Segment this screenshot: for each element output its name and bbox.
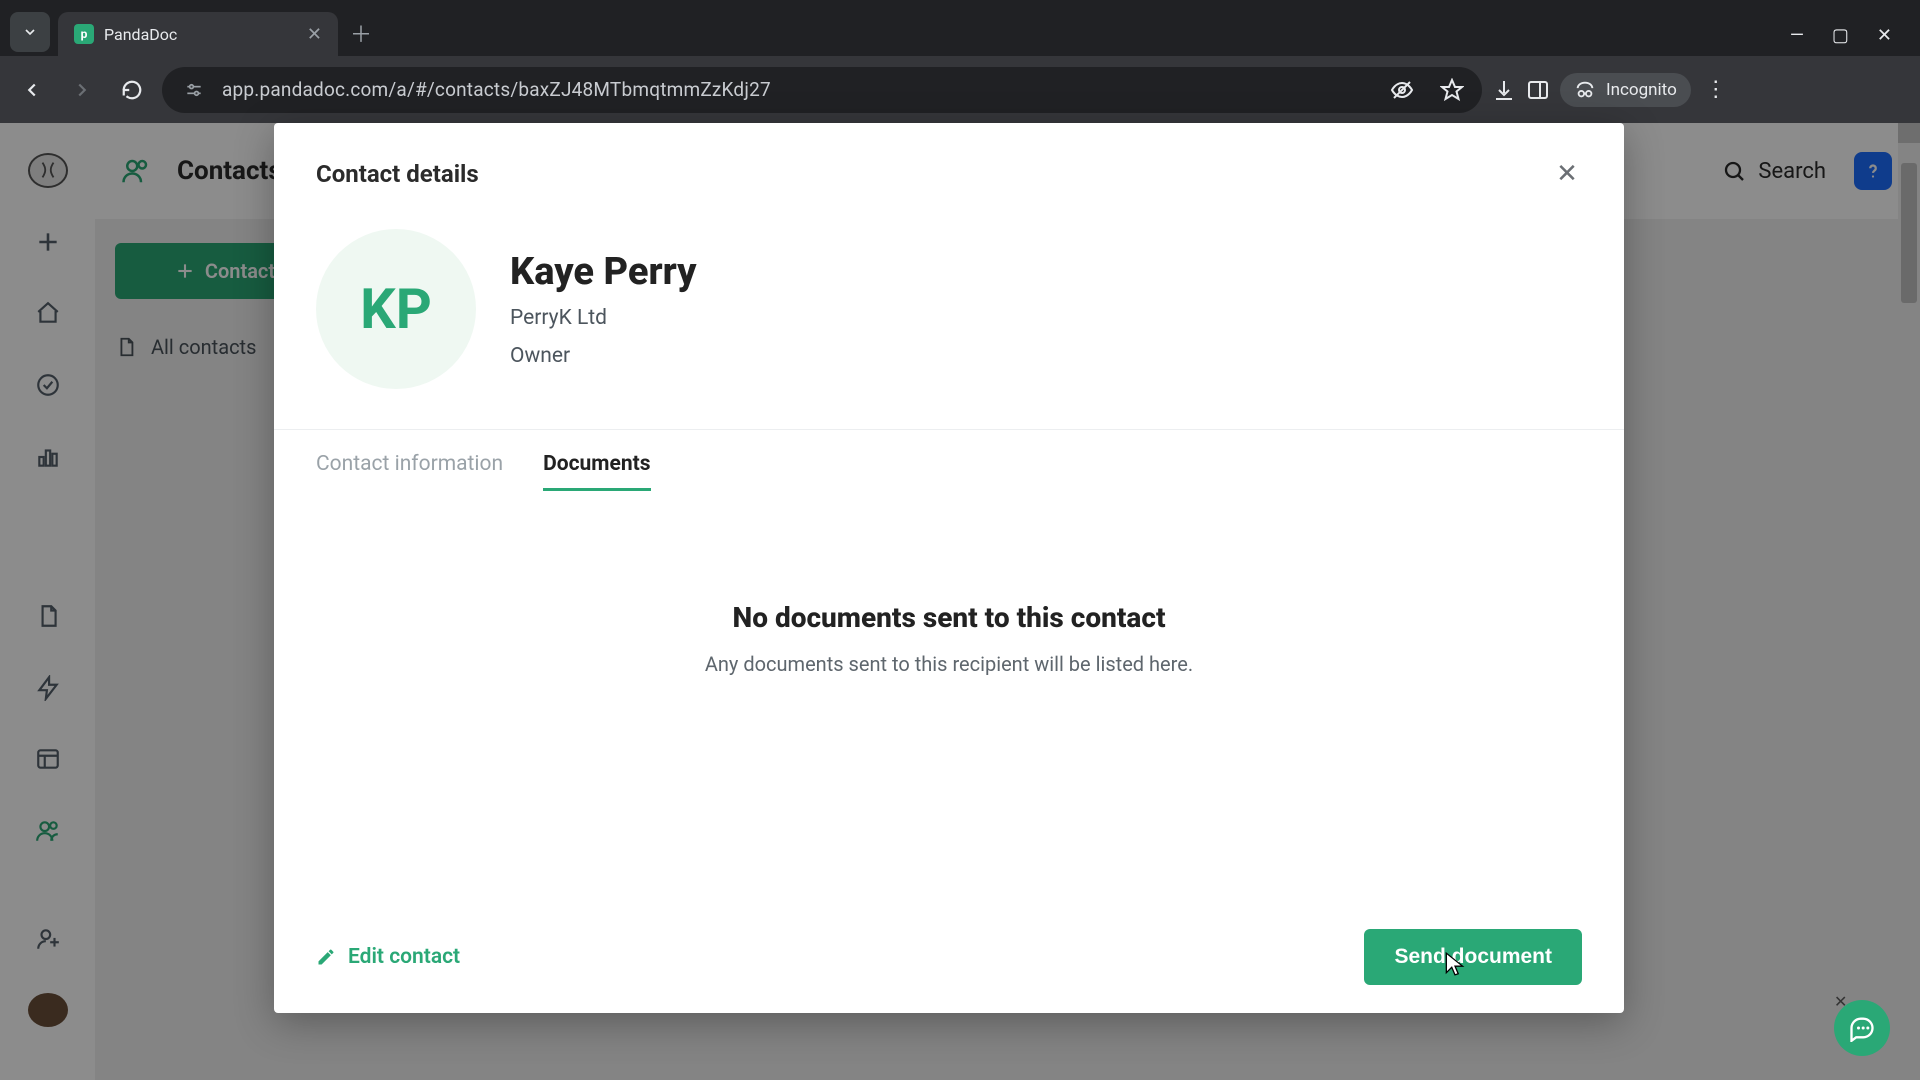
address-bar-actions (1390, 78, 1464, 102)
browser-chrome: p PandaDoc ✕ ＋ ― ▢ ✕ app.pandadoc.com/a/… (0, 0, 1920, 123)
modal-footer: Edit contact Send document (316, 929, 1582, 985)
downloads-icon[interactable] (1492, 78, 1516, 102)
send-document-button[interactable]: Send document (1364, 929, 1582, 985)
window-controls: ― ▢ ✕ (1790, 25, 1910, 46)
tab-title: PandaDoc (104, 25, 297, 44)
eye-off-icon[interactable] (1390, 78, 1414, 102)
reload-button[interactable] (112, 70, 152, 110)
modal-tabs: Contact information Documents (316, 452, 1582, 491)
app-area: Contacts Search Contact All contacts (0, 123, 1920, 1080)
minimize-button[interactable]: ― (1790, 25, 1804, 46)
url-field[interactable]: app.pandadoc.com/a/#/contacts/baxZJ48MTb… (162, 67, 1482, 113)
contact-header: KP Kaye Perry PerryK Ltd Owner (316, 229, 1582, 389)
modal-close-button[interactable]: ✕ (1552, 159, 1582, 189)
bookmark-star-icon[interactable] (1440, 78, 1464, 102)
edit-contact-label: Edit contact (348, 945, 460, 969)
contact-name: Kaye Perry (510, 250, 697, 294)
modal-title: Contact details (316, 160, 479, 188)
incognito-label: Incognito (1606, 80, 1677, 100)
pandadoc-favicon-icon: p (74, 24, 94, 44)
forward-button[interactable] (62, 70, 102, 110)
chat-widget[interactable] (1834, 1000, 1890, 1056)
tab-strip: p PandaDoc ✕ ＋ ― ▢ ✕ (0, 0, 1920, 56)
active-tab[interactable]: p PandaDoc ✕ (58, 12, 338, 56)
edit-contact-button[interactable]: Edit contact (316, 945, 460, 969)
site-settings-icon[interactable] (180, 76, 208, 104)
browser-menu-button[interactable]: ⋮ (1701, 77, 1731, 102)
documents-empty-state: No documents sent to this contact Any do… (316, 491, 1582, 929)
tab-search-button[interactable] (10, 12, 50, 52)
contact-avatar: KP (316, 229, 476, 389)
back-button[interactable] (12, 70, 52, 110)
side-panel-icon[interactable] (1526, 78, 1550, 102)
close-window-button[interactable]: ✕ (1877, 25, 1892, 46)
tab-contact-information[interactable]: Contact information (316, 452, 503, 491)
close-tab-button[interactable]: ✕ (307, 24, 322, 45)
empty-state-title: No documents sent to this contact (732, 601, 1165, 634)
divider (274, 429, 1624, 430)
incognito-icon (1574, 79, 1596, 101)
tab-documents[interactable]: Documents (543, 452, 650, 491)
pencil-icon (316, 947, 336, 967)
url-text: app.pandadoc.com/a/#/contacts/baxZJ48MTb… (222, 78, 771, 101)
contact-company: PerryK Ltd (510, 306, 697, 330)
address-bar: app.pandadoc.com/a/#/contacts/baxZJ48MTb… (0, 56, 1920, 123)
contact-role: Owner (510, 344, 697, 368)
contact-details-modal: Contact details ✕ KP Kaye Perry PerryK L… (274, 123, 1624, 1013)
empty-state-subtitle: Any documents sent to this recipient wil… (705, 652, 1193, 676)
new-tab-button[interactable]: ＋ (344, 16, 378, 50)
incognito-indicator[interactable]: Incognito (1560, 73, 1691, 107)
maximize-button[interactable]: ▢ (1832, 25, 1849, 46)
